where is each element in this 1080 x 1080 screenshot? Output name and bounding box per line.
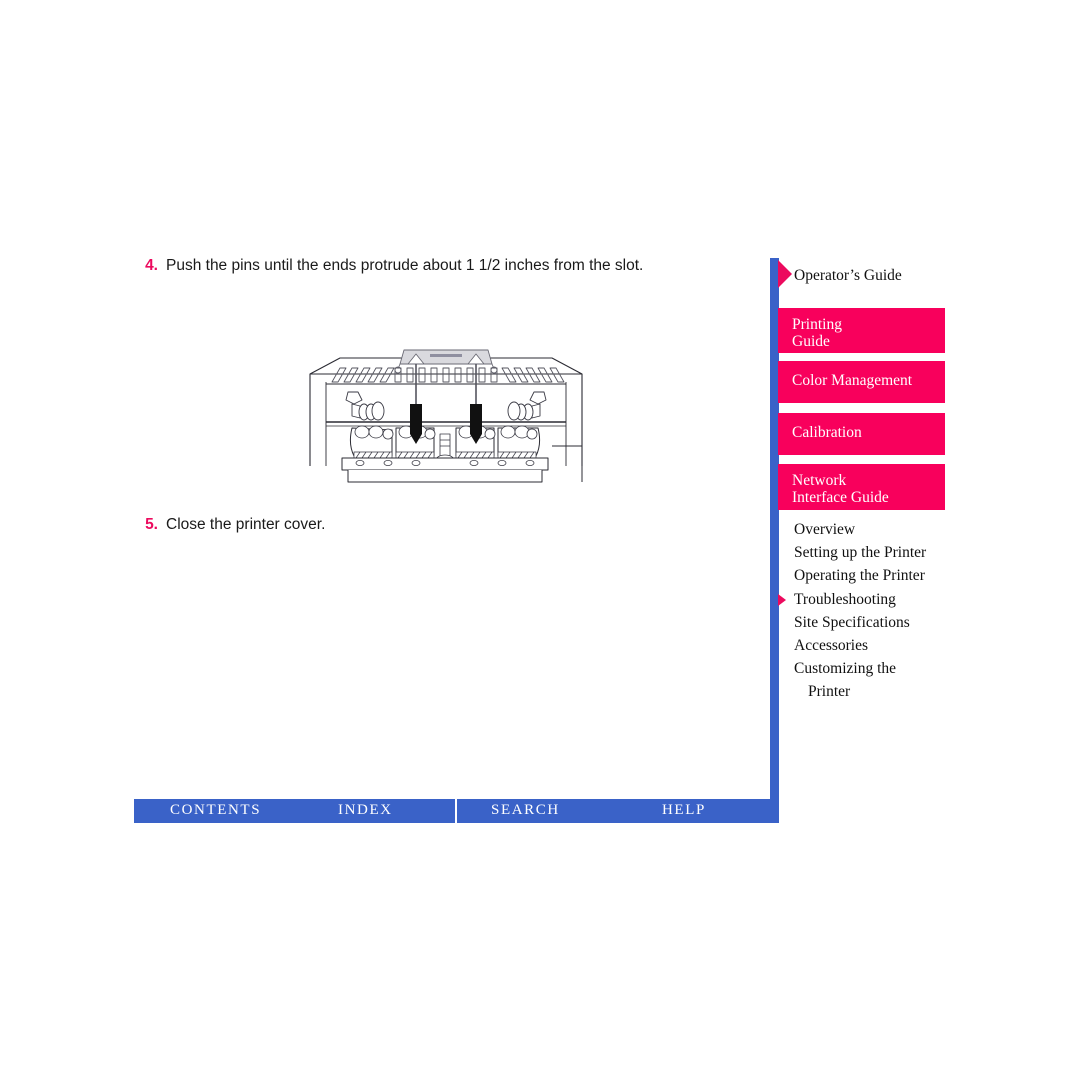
- sidebar-guide-printing[interactable]: Printing Guide: [778, 308, 945, 353]
- step-5: 5. Close the printer cover.: [134, 514, 634, 535]
- sidebar-item-site-specifications[interactable]: Site Specifications: [770, 611, 970, 634]
- navigation-sidebar: Operator’s Guide Printing Guide Color Ma…: [770, 258, 970, 823]
- sidebar-title: Operator’s Guide: [794, 267, 902, 284]
- sidebar-item-label: Accessories: [794, 637, 869, 655]
- step-4: 4. Push the pins until the ends protrude…: [134, 255, 766, 276]
- guide-label-line1: Calibration: [792, 424, 862, 441]
- sidebar-item-label: Overview: [794, 521, 856, 538]
- sidebar-item-label: Setting up the Printer: [794, 544, 927, 562]
- toolbar-separator: [455, 799, 457, 823]
- current-guide-arrow-icon: [778, 260, 792, 288]
- document-page: 4. Push the pins until the ends protrude…: [0, 0, 1080, 1080]
- instruction-step-5: 5. Close the printer cover.: [134, 514, 634, 535]
- sidebar-item-operating-the-printer[interactable]: Operating the Printer: [770, 564, 970, 587]
- sidebar-item-customizing-the-printer[interactable]: Customizing the Printer: [770, 657, 970, 703]
- guide-label-line1: Network: [792, 472, 847, 489]
- step-5-number: 5.: [145, 516, 158, 533]
- index-button[interactable]: INDEX: [338, 802, 393, 819]
- guide-label-line2: Guide: [792, 333, 830, 350]
- sidebar-item-label: Customizing the: [794, 660, 897, 678]
- sidebar-item-setting-up-the-printer[interactable]: Setting up the Printer: [770, 541, 970, 564]
- selection-arrow-icon: [778, 593, 786, 606]
- sidebar-item-label: Operating the Printer: [794, 567, 925, 585]
- step-4-number: 4.: [145, 257, 158, 274]
- sidebar-item-label: Site Specifications: [794, 613, 910, 631]
- sidebar-guide-color-management[interactable]: Color Management: [778, 361, 945, 403]
- guide-label-line1: Printing: [792, 316, 842, 333]
- guide-label-line1: Color Management: [792, 372, 913, 389]
- step-5-text: Close the printer cover.: [166, 516, 326, 533]
- sidebar-item-label-continued: Printer: [808, 683, 851, 701]
- sidebar-item-overview[interactable]: Overview: [770, 518, 970, 541]
- sidebar-item-accessories[interactable]: Accessories: [770, 634, 970, 657]
- bottom-navigation-bar: CONTENTS INDEX SEARCH HELP: [134, 799, 779, 823]
- help-button[interactable]: HELP: [662, 802, 706, 819]
- sidebar-section-list: Overview Setting up the Printer Operatin…: [770, 518, 970, 704]
- sidebar-item-label: Troubleshooting: [794, 590, 896, 608]
- contents-button[interactable]: CONTENTS: [170, 802, 261, 819]
- sidebar-guide-calibration[interactable]: Calibration: [778, 413, 945, 455]
- instruction-step-4: 4. Push the pins until the ends protrude…: [134, 255, 754, 276]
- guide-label-line2: Interface Guide: [792, 489, 889, 506]
- printer-illustration: [296, 348, 596, 488]
- step-4-text: Push the pins until the ends protrude ab…: [166, 257, 644, 274]
- sidebar-guide-network-interface[interactable]: Network Interface Guide: [778, 464, 945, 510]
- sidebar-item-troubleshooting[interactable]: Troubleshooting: [770, 588, 970, 611]
- search-button[interactable]: SEARCH: [491, 802, 560, 819]
